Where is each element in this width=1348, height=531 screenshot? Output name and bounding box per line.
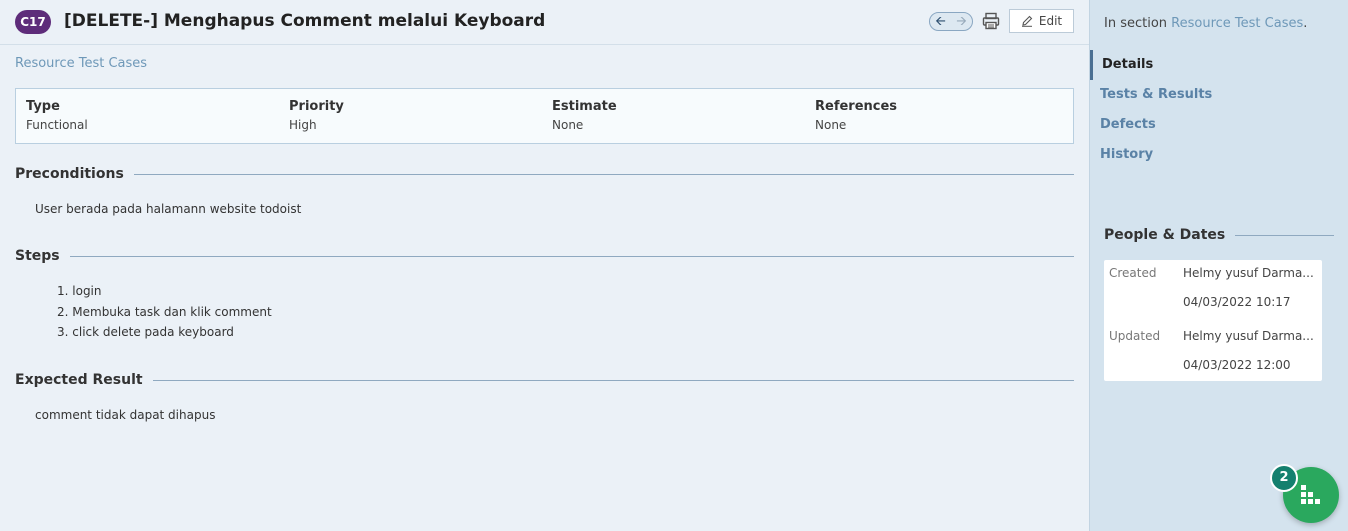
info-priority-value: High: [289, 118, 317, 132]
expected-result-title: Expected Result: [15, 372, 143, 388]
breadcrumb[interactable]: Resource Test Cases: [15, 56, 147, 71]
expected-result-text: comment tidak dapat dihapus: [35, 408, 216, 422]
updated-date: 04/03/2022 12:00: [1183, 358, 1291, 372]
section-divider: [69, 255, 1074, 257]
sidebar: In section Resource Test Cases. Details …: [1089, 0, 1348, 531]
case-info-box: Type Functional Priority High Estimate N…: [15, 88, 1074, 144]
info-priority-label: Priority: [289, 99, 344, 114]
steps-header: Steps: [15, 246, 1074, 266]
info-type-label: Type: [26, 99, 60, 114]
edit-button-label: Edit: [1038, 14, 1063, 28]
section-divider: [133, 173, 1074, 175]
preconditions-text: User berada pada halamann website todois…: [35, 202, 302, 216]
section-link[interactable]: Resource Test Cases: [1171, 16, 1303, 31]
info-references: References None: [815, 99, 897, 132]
created-date: 04/03/2022 10:17: [1183, 295, 1291, 309]
page-title: [DELETE-] Menghapus Comment melalui Keyb…: [64, 11, 546, 31]
arrow-left-icon[interactable]: 🡨: [935, 13, 946, 30]
step-item: 1. login: [57, 284, 102, 298]
section-divider: [152, 379, 1074, 381]
case-navigation: 🡨 🡪: [929, 12, 973, 31]
section-divider: [1235, 234, 1334, 236]
steps-list: 1. login 2. Membuka task dan klik commen…: [57, 283, 272, 345]
notification-badge: 2: [1270, 464, 1298, 492]
pencil-icon: [1021, 15, 1033, 27]
info-priority: Priority High: [289, 99, 344, 132]
sidebar-item-details[interactable]: Details: [1090, 50, 1348, 80]
info-references-value: None: [815, 118, 847, 132]
step-item: 3. click delete pada keyboard: [57, 325, 234, 339]
info-type-value: Functional: [26, 118, 88, 132]
info-references-label: References: [815, 99, 898, 114]
updated-by[interactable]: Helmy yusuf Darma...: [1183, 329, 1314, 343]
preconditions-title: Preconditions: [15, 166, 124, 182]
step-item: 2. Membuka task dan klik comment: [57, 304, 272, 319]
created-by[interactable]: Helmy yusuf Darma...: [1183, 266, 1314, 280]
sidebar-item-tests-results[interactable]: Tests & Results: [1090, 80, 1348, 110]
page-header: C17 [DELETE-] Menghapus Comment melalui …: [0, 0, 1089, 45]
print-icon[interactable]: [982, 12, 1000, 30]
people-dates-title: People & Dates: [1104, 227, 1226, 243]
updated-label: Updated: [1109, 329, 1161, 343]
info-estimate-label: Estimate: [552, 99, 617, 114]
case-id-badge: C17: [15, 10, 51, 34]
main-content: C17 [DELETE-] Menghapus Comment melalui …: [0, 0, 1089, 531]
preconditions-header: Preconditions: [15, 164, 1074, 184]
info-type: Type Functional: [26, 99, 88, 132]
arrow-right-icon[interactable]: 🡪: [956, 13, 967, 30]
steps-title: Steps: [15, 248, 60, 264]
people-dates-header: People & Dates: [1104, 226, 1334, 244]
expected-result-header: Expected Result: [15, 370, 1074, 390]
info-estimate-value: None: [552, 118, 584, 132]
info-estimate: Estimate None: [552, 99, 617, 132]
in-section-text: In section Resource Test Cases.: [1104, 16, 1308, 31]
sidebar-item-history[interactable]: History: [1090, 140, 1348, 170]
edit-button[interactable]: Edit: [1009, 9, 1074, 33]
created-label: Created: [1109, 266, 1157, 280]
people-dates-card: Created Helmy yusuf Darma... 04/03/2022 …: [1104, 260, 1322, 381]
sidebar-nav: Details Tests & Results Defects History: [1090, 50, 1348, 170]
sidebar-item-defects[interactable]: Defects: [1090, 110, 1348, 140]
